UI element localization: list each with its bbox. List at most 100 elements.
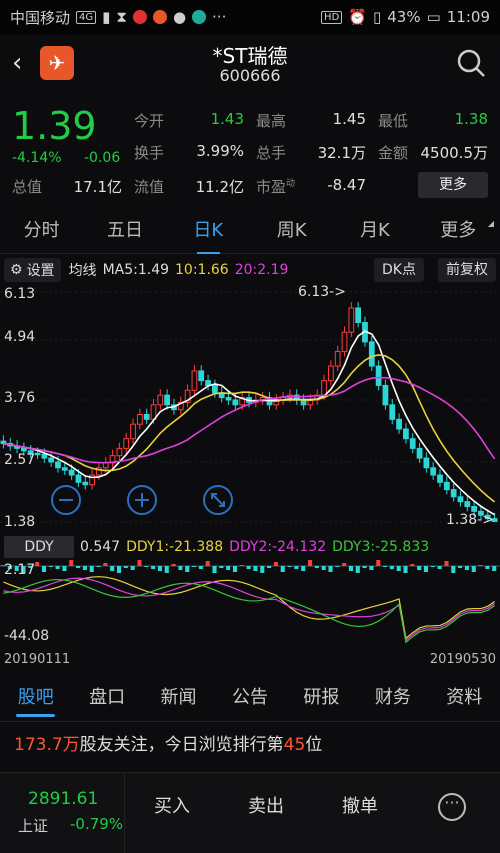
ddy-bar <box>185 566 190 572</box>
more-dots-icon: ··· <box>212 8 227 26</box>
gear-icon: ⚙ <box>10 262 23 278</box>
tab-0[interactable]: 分时 <box>0 210 83 253</box>
index-pct: -0.79% <box>70 815 124 833</box>
settings-button[interactable]: ⚙ 设置 <box>4 258 61 282</box>
chat-icon: ● <box>172 8 187 26</box>
kline-chart[interactable]: 6.13 4.94 3.76 2.57 1.38 6.13-> 1.38-> <box>0 284 500 534</box>
dk-point-button[interactable]: DK点 <box>374 258 424 282</box>
candle-body <box>403 428 409 440</box>
candle-body <box>355 307 362 324</box>
fullscreen-icon[interactable] <box>202 484 234 516</box>
battery-icon: ▭ <box>426 8 441 26</box>
quote-panel: 1.39 -4.14% -0.06 今开 1.43 最高 1.45 最低 1.3… <box>0 94 500 206</box>
ddy-bar <box>239 565 244 566</box>
ddy-bar <box>171 564 176 566</box>
candle-body <box>382 384 389 406</box>
info-tab-5[interactable]: 财务 <box>357 676 428 721</box>
ddy-bar <box>35 562 40 566</box>
forward-adjust-button[interactable]: 前复权 <box>438 258 496 282</box>
zoom-out-icon[interactable] <box>50 484 82 516</box>
ma-legend: ⚙ 设置 均线 MA5:1.49 10:1.66 20:2.19 DK点 前复权 <box>0 256 500 284</box>
ddy-bar <box>96 566 101 567</box>
ddy-bar <box>55 566 60 569</box>
stock-code: 600666 <box>219 66 281 85</box>
candle-body <box>232 399 239 406</box>
ddy2-value: DDY2:-24.132 <box>229 539 327 555</box>
ddy-bar <box>82 566 87 570</box>
candle-body <box>48 457 55 463</box>
high-marker: 6.13-> <box>298 284 346 300</box>
ddy-bar <box>383 566 388 567</box>
tab-1[interactable]: 五日 <box>83 210 166 253</box>
tab-3[interactable]: 周K <box>250 210 333 253</box>
app-icon-1 <box>132 10 147 24</box>
video-icon <box>192 10 207 24</box>
candle-body <box>157 394 164 406</box>
index-widget[interactable]: 2891.61 上证 -0.79% <box>0 773 125 853</box>
ddy-bar <box>376 560 381 566</box>
open-value: 1.43 <box>210 110 244 128</box>
ddy-bar <box>178 566 183 570</box>
open-label: 今开 <box>134 112 165 130</box>
index-name: 上证 <box>18 817 49 835</box>
ddy-bar <box>478 565 483 566</box>
ddy-chart[interactable]: 2.17 -44.08 <box>0 559 500 652</box>
candle-body <box>409 438 416 449</box>
ddy-bar <box>335 566 340 567</box>
float-label: 流值 <box>134 178 165 196</box>
tab-5[interactable]: 更多 ◢ <box>417 210 500 253</box>
info-tab-0[interactable]: 股吧 <box>0 676 71 721</box>
tab-4[interactable]: 月K <box>333 210 416 253</box>
change-amount: -0.06 <box>84 150 121 166</box>
ddy-bar <box>410 564 415 566</box>
ddy-indicator-button[interactable]: DDY <box>4 536 74 558</box>
ddy-bar <box>267 566 272 568</box>
follow-info: 173.7万股友关注，今日浏览排行第45位 <box>14 735 323 755</box>
candle-body <box>368 341 375 367</box>
turnover-label: 换手 <box>134 144 165 162</box>
more-quote-button[interactable]: 更多 <box>418 172 488 198</box>
change-percent: -4.14% <box>12 150 62 166</box>
sell-button[interactable]: 卖出 <box>219 773 313 853</box>
volume-label: 总手 <box>256 144 287 162</box>
candle-body <box>20 447 27 452</box>
ddy-value: 0.547 <box>80 539 121 555</box>
ddy-bar <box>307 559 313 566</box>
info-tab-3[interactable]: 公告 <box>214 676 285 721</box>
info-tab-6[interactable]: 资料 <box>429 676 500 721</box>
candle-body <box>341 331 348 353</box>
info-tab-2[interactable]: 新闻 <box>143 676 214 721</box>
info-tab-4[interactable]: 研报 <box>286 676 357 721</box>
info-tab-1[interactable]: 盘口 <box>71 676 142 721</box>
candle-body <box>164 394 171 406</box>
ddy-bar <box>471 566 476 572</box>
ddy-bar <box>355 566 360 573</box>
current-price: 1.39 <box>12 104 97 148</box>
ddy-bar <box>110 566 115 571</box>
ddy-bar <box>137 560 142 566</box>
ddy-bar <box>369 566 374 570</box>
amount-label: 金额 <box>378 144 409 162</box>
candle-body <box>191 370 198 391</box>
turnover-value: 3.99% <box>196 142 244 160</box>
more-menu-icon[interactable]: ··· <box>438 793 466 821</box>
ddy3-value: DDY3:-25.833 <box>332 539 430 555</box>
y-axis-bottom: 1.38 <box>4 514 36 530</box>
search-icon[interactable] <box>456 48 486 78</box>
buy-button[interactable]: 买入 <box>125 773 219 853</box>
candle-body <box>55 461 61 469</box>
candle-body <box>41 453 48 459</box>
candle-body <box>75 474 82 483</box>
ddy-bar <box>437 566 442 569</box>
candle-body <box>396 418 402 430</box>
zoom-in-icon[interactable] <box>126 484 158 516</box>
status-bar: 中国移动 4G ▮ ⧗ ● ··· HD ⏰ ▯ 43% ▭ 11:09 <box>0 0 500 34</box>
ddy-bar <box>41 566 47 572</box>
cancel-order-button[interactable]: 撤单 <box>313 773 407 853</box>
tab-2[interactable]: 日K <box>167 210 250 254</box>
candle-body <box>321 380 327 396</box>
candle-body <box>423 457 430 469</box>
ddy-bar <box>205 561 210 566</box>
candle-body <box>130 423 136 440</box>
ddy-bar <box>116 566 122 573</box>
